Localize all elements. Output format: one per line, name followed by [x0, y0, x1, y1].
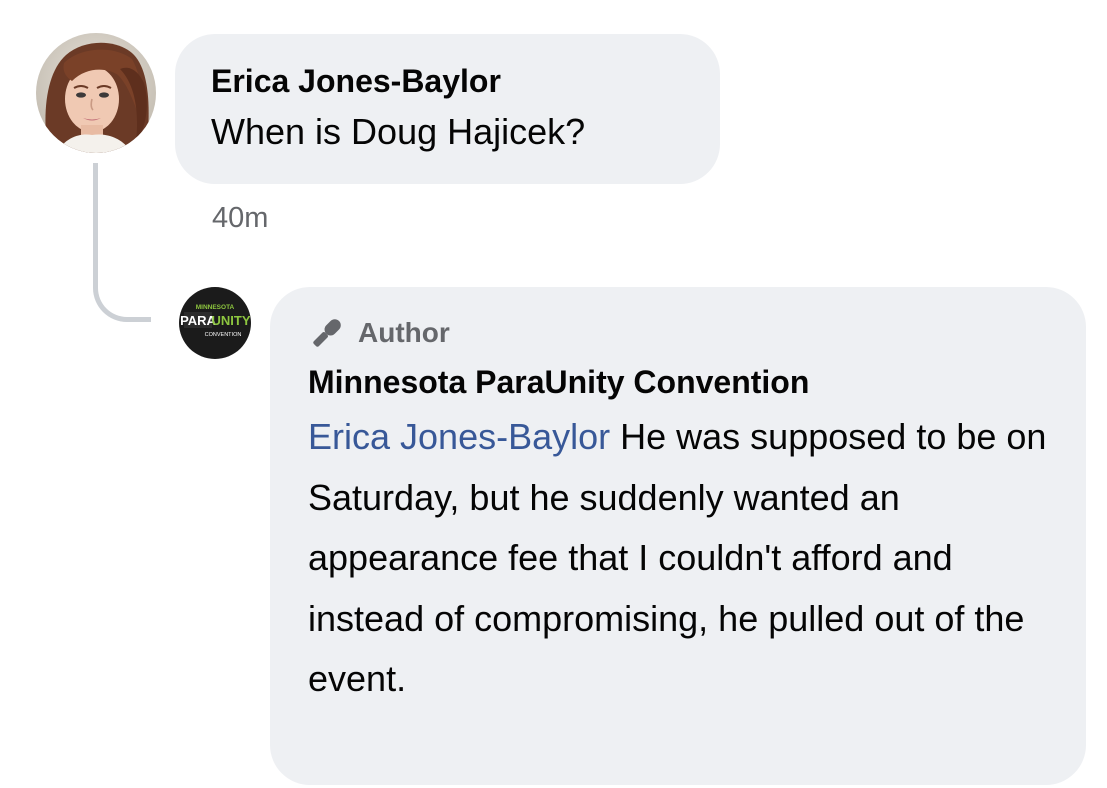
reply-text: Erica Jones-Baylor He was supposed to be… — [308, 407, 1058, 710]
mention-link[interactable]: Erica Jones-Baylor — [308, 416, 610, 457]
page-avatar[interactable]: MINNESOTA PARA UNITY CONVENTION — [179, 287, 251, 359]
thread-connector-line — [93, 163, 151, 322]
comment-author-name[interactable]: Erica Jones-Baylor — [211, 60, 684, 102]
logo-convention-text: CONVENTION — [205, 332, 242, 338]
comment-bubble: Erica Jones-Baylor When is Doug Hajicek? — [175, 34, 720, 184]
logo-minnesota-text: MINNESOTA — [196, 304, 235, 311]
reply-body-text: He was supposed to be on Saturday, but h… — [308, 416, 1047, 699]
author-badge: Author — [308, 313, 1050, 353]
comment-timestamp[interactable]: 40m — [212, 202, 268, 235]
reply-bubble: Author Minnesota ParaUnity Convention Er… — [270, 287, 1086, 785]
comment-text: When is Doug Hajicek? — [211, 111, 586, 152]
logo-unity-text: UNITY — [212, 313, 251, 328]
parunity-logo: MINNESOTA PARA UNITY CONVENTION — [179, 287, 251, 359]
reply-author-name[interactable]: Minnesota ParaUnity Convention — [308, 361, 1050, 403]
microphone-icon — [313, 319, 341, 347]
avatar[interactable] — [36, 33, 156, 153]
profile-photo — [36, 33, 156, 153]
author-badge-label: Author — [358, 317, 450, 348]
